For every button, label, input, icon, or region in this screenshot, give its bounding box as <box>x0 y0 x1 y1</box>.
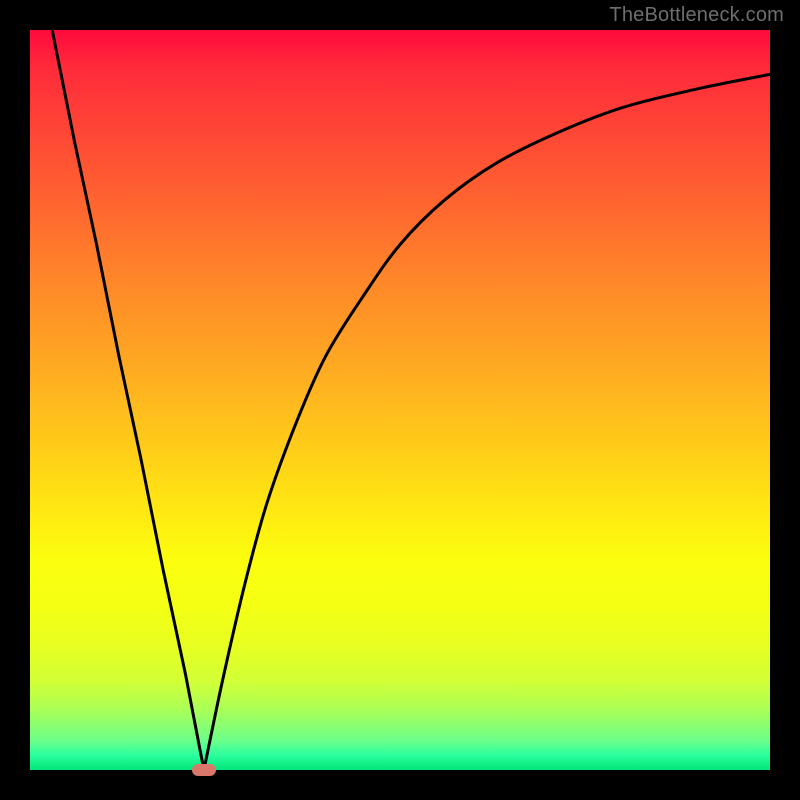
curve-right-branch <box>204 74 770 770</box>
optimal-point-marker <box>192 764 216 776</box>
curve-left-branch <box>52 30 204 770</box>
plot-area <box>30 30 770 770</box>
chart-container: TheBottleneck.com <box>0 0 800 800</box>
bottleneck-curve <box>30 30 770 770</box>
watermark-text: TheBottleneck.com <box>609 4 784 27</box>
